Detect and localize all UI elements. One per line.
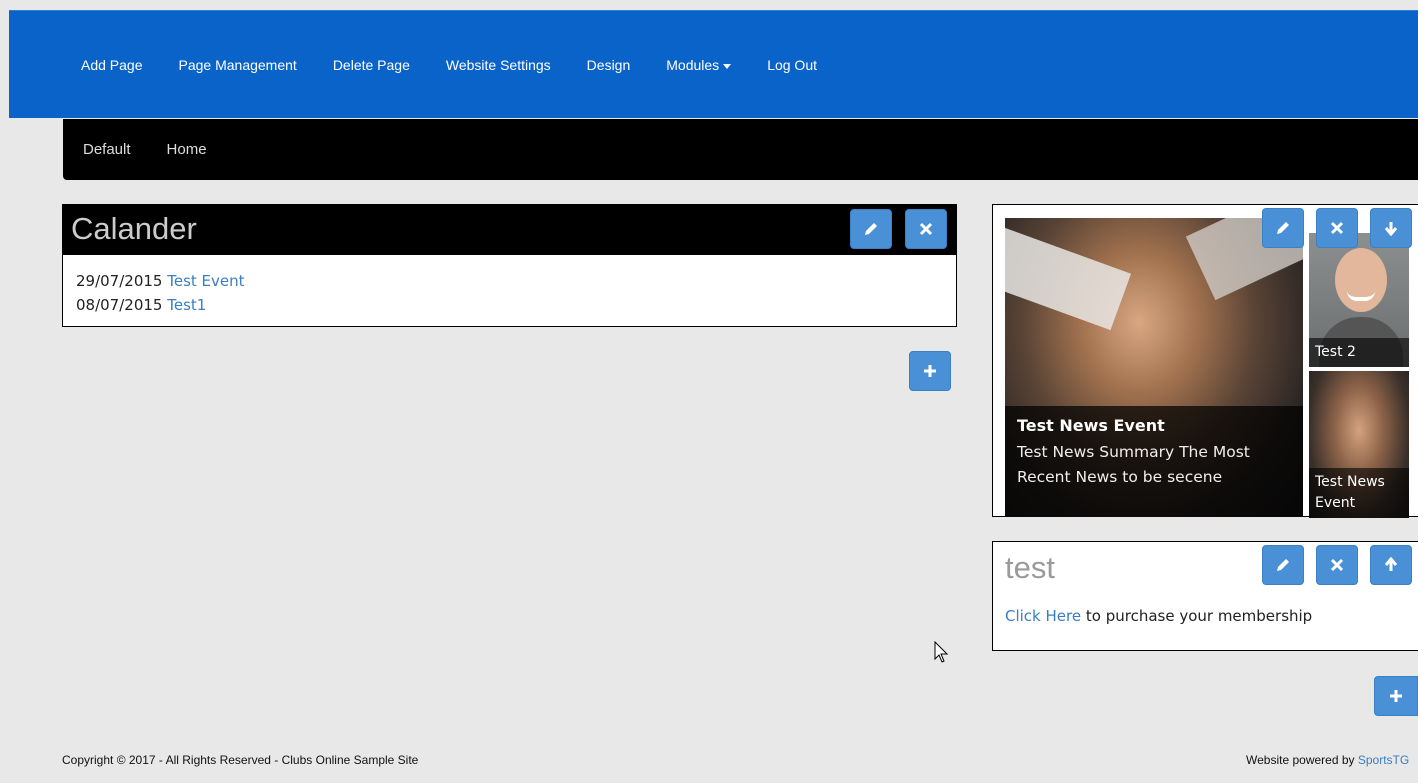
news-main-image[interactable]: Test News Event Test News Summary The Mo…	[1005, 218, 1303, 517]
news-move-down-button[interactable]	[1370, 208, 1412, 248]
event-date: 29/07/2015	[76, 272, 163, 290]
test-move-up-button[interactable]	[1370, 545, 1412, 585]
news-thumbnail-2[interactable]: Test News Event	[1309, 371, 1409, 518]
nav-modules-label: Modules	[666, 57, 720, 73]
add-module-button-left[interactable]	[909, 351, 951, 391]
powered-by-text: Website powered by	[1246, 753, 1355, 767]
news-module: Test News Event Test News Summary The Mo…	[992, 204, 1418, 518]
news-main-title: Test News Event	[1017, 416, 1165, 435]
calendar-event-list: 29/07/2015 Test Event 08/07/2015 Test1	[63, 255, 956, 317]
news-delete-button[interactable]	[1316, 208, 1358, 248]
event-link[interactable]: Test Event	[167, 272, 244, 290]
calendar-header: Calander	[63, 205, 956, 255]
nav-add-page[interactable]: Add Page	[81, 57, 143, 73]
pencil-icon	[1277, 559, 1289, 571]
membership-text: to purchase your membership	[1085, 607, 1313, 625]
event-date: 08/07/2015	[76, 296, 163, 314]
sportstg-link[interactable]: SportsTG	[1358, 753, 1409, 767]
test-module-body: Click Here to purchase your membership	[1005, 607, 1312, 625]
news-main-caption: Test News Event Test News Summary The Mo…	[1005, 406, 1303, 517]
nav-delete-page[interactable]: Delete Page	[333, 57, 410, 73]
pencil-icon	[865, 223, 877, 235]
close-icon	[919, 222, 933, 236]
footer-powered-by: Website powered by SportsTG	[1246, 753, 1409, 767]
admin-menu: Add Page Page Management Delete Page Web…	[81, 57, 853, 73]
news-thumbnail-1[interactable]: Test 2	[1309, 233, 1409, 367]
thumbnail-caption: Test News Event	[1309, 468, 1409, 518]
mouse-cursor-icon	[934, 641, 949, 663]
top-navbar: Add Page Page Management Delete Page Web…	[9, 10, 1418, 118]
thumbnail-caption: Test 2	[1309, 338, 1409, 367]
news-main-summary: Test News Summary The Most Recent News t…	[1017, 443, 1250, 486]
list-item: 08/07/2015 Test1	[76, 293, 956, 317]
footer-copyright: Copyright © 2017 - All Rights Reserved -…	[62, 753, 419, 767]
arrow-up-icon	[1384, 557, 1398, 571]
calendar-title: Calander	[71, 211, 197, 246]
nav-design[interactable]: Design	[587, 57, 631, 73]
site-navbar: Default Home	[63, 119, 1418, 180]
close-icon	[1330, 558, 1344, 572]
test-module-title: test	[1005, 550, 1055, 585]
add-module-button-right[interactable]	[1374, 676, 1418, 716]
nav-log-out[interactable]: Log Out	[767, 57, 817, 73]
plus-icon	[1390, 690, 1402, 702]
click-here-link[interactable]: Click Here	[1005, 607, 1081, 625]
news-edit-button[interactable]	[1262, 208, 1304, 248]
nav-website-settings[interactable]: Website Settings	[446, 57, 551, 73]
subnav-item-home[interactable]: Home	[167, 141, 207, 158]
event-link[interactable]: Test1	[167, 296, 206, 314]
calendar-module: Calander 29/07/2015 Test Event 08/07/201…	[62, 204, 957, 327]
subnav-item-default[interactable]: Default	[83, 141, 131, 158]
list-item: 29/07/2015 Test Event	[76, 269, 956, 293]
arrow-down-icon	[1384, 222, 1398, 236]
calendar-edit-button[interactable]	[850, 209, 892, 249]
close-icon	[1330, 221, 1344, 235]
plus-icon	[924, 365, 936, 377]
test-delete-button[interactable]	[1316, 545, 1358, 585]
nav-page-management[interactable]: Page Management	[179, 57, 297, 73]
nav-modules-dropdown[interactable]: Modules	[666, 57, 732, 73]
test-edit-button[interactable]	[1262, 545, 1304, 585]
calendar-delete-button[interactable]	[905, 209, 947, 249]
pencil-icon	[1277, 222, 1289, 234]
caret-down-icon	[723, 63, 732, 69]
